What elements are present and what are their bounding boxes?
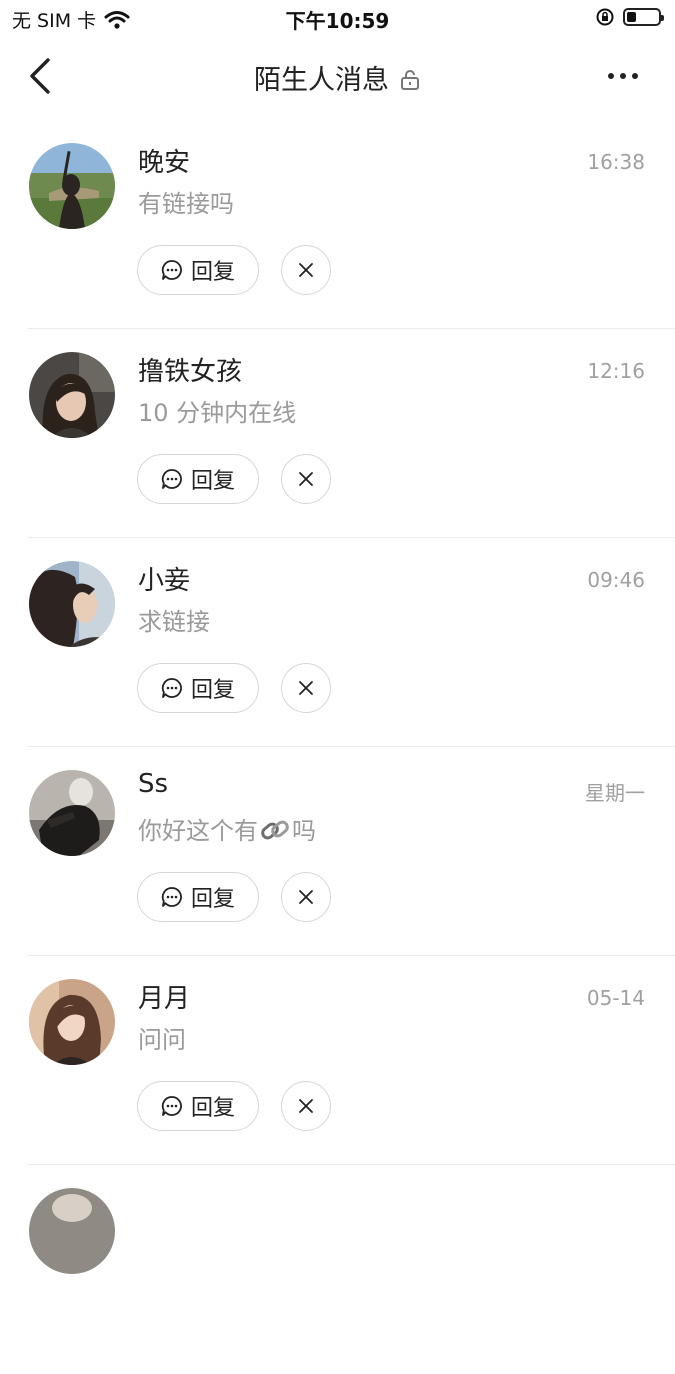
reply-button[interactable]: 回复 — [137, 454, 259, 504]
dismiss-button[interactable] — [281, 1081, 331, 1131]
orientation-lock-icon — [596, 8, 614, 26]
close-icon — [299, 681, 313, 695]
list-item[interactable]: 月月 问问 05-14 回复 — [0, 956, 675, 1165]
message-preview: 求链接 — [138, 608, 210, 636]
nav-bar: 陌生人消息 — [0, 40, 675, 114]
avatar[interactable] — [29, 770, 115, 856]
page-title-wrap: 陌生人消息 — [0, 58, 675, 97]
reply-label: 回复 — [190, 469, 235, 494]
sender-name: Ss — [138, 769, 169, 799]
reply-label: 回复 — [190, 887, 235, 912]
lock-icon — [401, 69, 419, 90]
list-item[interactable]: 小妾 求链接 09:46 回复 — [0, 538, 675, 747]
chat-bubble-icon — [161, 678, 182, 698]
reply-label: 回复 — [190, 260, 235, 285]
link-emoji-icon — [261, 820, 289, 840]
message-preview: 10 分钟内在线 — [138, 399, 297, 427]
battery-icon — [623, 8, 664, 26]
message-preview-text: 你好这个有 — [138, 817, 258, 845]
message-time: 09:46 — [587, 568, 645, 592]
message-preview: 有链接吗 — [138, 190, 234, 218]
more-options-icon[interactable] — [607, 68, 639, 84]
message-time: 05-14 — [586, 986, 645, 1010]
reply-label: 回复 — [190, 678, 235, 703]
dismiss-button[interactable] — [281, 454, 331, 504]
status-bar: 无 SIM 卡 下午10:59 — [0, 0, 675, 40]
reply-button[interactable]: 回复 — [137, 872, 259, 922]
close-icon — [299, 890, 313, 904]
message-preview: 问问 — [138, 1026, 186, 1054]
avatar[interactable] — [29, 979, 115, 1065]
reply-button[interactable]: 回复 — [137, 663, 259, 713]
avatar[interactable] — [29, 1188, 115, 1274]
chat-bubble-icon — [161, 1096, 182, 1116]
avatar[interactable] — [29, 143, 115, 229]
status-right — [595, 7, 664, 27]
message-time: 12:16 — [587, 359, 645, 383]
reply-label: 回复 — [190, 1096, 235, 1121]
close-icon — [299, 472, 313, 486]
message-time: 16:38 — [587, 150, 645, 174]
message-preview: 你好这个有 吗 — [138, 811, 316, 846]
dismiss-button[interactable] — [281, 245, 331, 295]
reply-button[interactable]: 回复 — [137, 245, 259, 295]
page-title: 陌生人消息 — [254, 65, 389, 96]
list-item[interactable]: 晚安 有链接吗 16:38 回复 — [0, 120, 675, 329]
battery-level — [627, 12, 636, 22]
chat-bubble-icon — [161, 260, 182, 280]
close-icon — [299, 263, 313, 277]
sender-name: 撸铁女孩 — [138, 357, 243, 387]
clock: 下午10:59 — [285, 9, 390, 33]
chat-bubble-icon — [161, 469, 182, 489]
message-time: 星期一 — [585, 781, 645, 805]
chat-bubble-icon — [161, 887, 182, 907]
message-preview-text: 吗 — [292, 817, 316, 845]
message-list: 晚安 有链接吗 16:38 回复 撸铁女孩 10 分钟内在线 12:16 回复 … — [0, 120, 675, 1374]
dismiss-button[interactable] — [281, 663, 331, 713]
avatar[interactable] — [29, 352, 115, 438]
close-icon — [299, 1099, 313, 1113]
avatar[interactable] — [29, 561, 115, 647]
reply-button[interactable]: 回复 — [137, 1081, 259, 1131]
sender-name: 小妾 — [138, 566, 191, 596]
sender-name: 晚安 — [138, 148, 191, 178]
list-item-partial[interactable] — [0, 1165, 675, 1374]
dismiss-button[interactable] — [281, 872, 331, 922]
sender-name: 月月 — [138, 984, 191, 1014]
list-item[interactable]: 撸铁女孩 10 分钟内在线 12:16 回复 — [0, 329, 675, 538]
list-item[interactable]: Ss 你好这个有 吗 星期一 回复 — [0, 747, 675, 956]
